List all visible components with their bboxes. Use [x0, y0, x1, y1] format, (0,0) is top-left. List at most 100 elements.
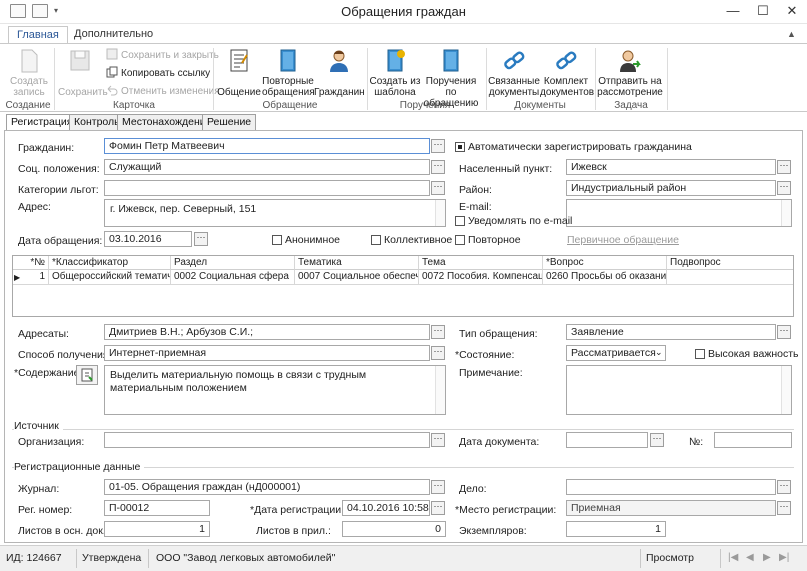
date-field[interactable]: 03.10.2016: [104, 231, 192, 247]
save-close-button[interactable]: Сохранить и закрыть: [106, 48, 219, 64]
tab-registration[interactable]: Регистрация: [6, 114, 78, 131]
regplace-field[interactable]: Приемная: [566, 500, 776, 516]
benefits-field[interactable]: [104, 180, 430, 196]
attach-field[interactable]: 0: [342, 521, 446, 537]
grid-header-subquestion[interactable]: Подвопрос: [667, 256, 793, 270]
communication-button[interactable]: Общение: [217, 48, 261, 98]
high-importance-checkbox[interactable]: [695, 349, 705, 359]
tab-home[interactable]: Главная: [8, 26, 68, 44]
linked-documents-button[interactable]: Связанные документы: [488, 48, 540, 98]
addressees-select-button[interactable]: ···: [431, 325, 445, 339]
type-select-button[interactable]: ···: [777, 325, 791, 339]
collapse-ribbon-icon[interactable]: ▲: [787, 29, 796, 39]
note-field[interactable]: [566, 365, 792, 415]
district-select-button[interactable]: ···: [777, 181, 791, 195]
type-field[interactable]: Заявление: [566, 324, 776, 340]
state-select[interactable]: Рассматривается: [566, 345, 666, 361]
copies-label: Экземпляров:: [459, 525, 527, 537]
social-select-button[interactable]: ···: [431, 160, 445, 174]
undo-changes-button[interactable]: Отменить изменения: [106, 84, 220, 100]
grid-header-subject[interactable]: Тематика: [295, 256, 419, 270]
citizen-button[interactable]: Гражданин: [314, 48, 365, 98]
copy-link-label: Копировать ссылку: [121, 68, 211, 79]
copies-field[interactable]: 1: [566, 521, 666, 537]
email-scrollbar[interactable]: [781, 200, 791, 226]
grid-header-question[interactable]: *Вопрос: [543, 256, 667, 270]
case-select-button[interactable]: ···: [777, 480, 791, 494]
first-record-icon[interactable]: |◀: [728, 552, 738, 563]
close-button[interactable]: ✕: [777, 0, 807, 24]
regdate-field[interactable]: 04.10.2016 10:58:28: [342, 500, 430, 516]
grid-cell-question[interactable]: 0260 Просьбы об оказании ...: [543, 270, 667, 285]
save-button[interactable]: Сохранить: [58, 48, 108, 98]
auto-register-checkbox[interactable]: [455, 142, 465, 152]
primary-appeal-link[interactable]: Первичное обращение: [567, 234, 679, 246]
benefits-select-button[interactable]: ···: [431, 181, 445, 195]
locality-field[interactable]: Ижевск: [566, 159, 776, 175]
method-field[interactable]: Интернет-приемная: [104, 345, 430, 361]
doc-date-field[interactable]: [566, 432, 648, 448]
note-scrollbar[interactable]: [781, 366, 791, 414]
addressees-field[interactable]: Дмитриев В.Н.; Арбузов С.И.;: [104, 324, 430, 340]
document-list-icon: [230, 49, 248, 72]
org-select-button[interactable]: ···: [431, 433, 445, 447]
grid-cell-num[interactable]: 1: [13, 270, 49, 285]
regplace-select-button[interactable]: ···: [777, 501, 791, 515]
tab-additional[interactable]: Дополнительно: [66, 26, 161, 44]
regdate-picker-button[interactable]: ···: [431, 501, 445, 515]
create-from-template-button[interactable]: Создать из шаблона: [369, 48, 421, 98]
district-field[interactable]: Индустриальный район: [566, 180, 776, 196]
num-field[interactable]: [714, 432, 792, 448]
citizen-field[interactable]: Фомин Петр Матвеевич: [104, 138, 430, 154]
method-select-button[interactable]: ···: [431, 346, 445, 360]
next-record-icon[interactable]: ▶: [763, 552, 771, 563]
doc-date-picker-button[interactable]: ···: [650, 433, 664, 447]
content-field[interactable]: Выделить материальную помощь в связи с т…: [104, 365, 446, 415]
state-label: *Состояние:: [455, 349, 515, 361]
num-label: №:: [689, 436, 704, 448]
grid-cell-classifier[interactable]: Общероссийский тематич...: [49, 270, 171, 285]
anonymous-checkbox[interactable]: [272, 235, 282, 245]
create-record-button[interactable]: Создать запись: [6, 48, 52, 98]
org-field[interactable]: [104, 432, 430, 448]
grid-cell-section[interactable]: 0002 Социальная сфера: [171, 270, 295, 285]
previous-record-icon[interactable]: ◀: [746, 552, 754, 563]
locality-select-button[interactable]: ···: [777, 160, 791, 174]
journal-select-button[interactable]: ···: [431, 480, 445, 494]
content-scrollbar[interactable]: [435, 366, 445, 414]
orders-book-icon: [443, 49, 459, 72]
grid-header-classifier[interactable]: *Классификатор: [49, 256, 171, 270]
maximize-button[interactable]: ☐: [748, 0, 778, 24]
case-field[interactable]: [566, 479, 776, 495]
last-record-icon[interactable]: ▶|: [779, 552, 789, 563]
grid-header-section[interactable]: Раздел: [171, 256, 295, 270]
copy-link-button[interactable]: Копировать ссылку: [106, 66, 210, 82]
sheets-field[interactable]: 1: [104, 521, 210, 537]
social-field[interactable]: Служащий: [104, 159, 430, 175]
template-book-icon: [387, 49, 405, 72]
journal-field[interactable]: 01-05. Обращения граждан (нД000001): [104, 479, 430, 495]
grid-cell-topic[interactable]: 0072 Пособия. Компенсац...: [419, 270, 543, 285]
grid-cell-subquestion[interactable]: [667, 270, 793, 285]
address-field[interactable]: г. Ижевск, пер. Северный, 151: [104, 199, 446, 227]
address-scrollbar[interactable]: [435, 200, 445, 226]
regnum-field[interactable]: П-00012: [104, 500, 210, 516]
repeat-checkbox[interactable]: [455, 235, 465, 245]
chevron-down-icon[interactable]: ⌄: [655, 347, 663, 358]
date-picker-button[interactable]: ···: [194, 232, 208, 246]
minimize-button[interactable]: —: [718, 0, 748, 24]
email-field[interactable]: [566, 199, 792, 227]
send-for-review-button[interactable]: Отправить на рассмотрение: [597, 48, 663, 98]
citizen-select-button[interactable]: ···: [431, 139, 445, 153]
tab-decision[interactable]: Решение: [202, 114, 257, 130]
grid-cell-subject[interactable]: 0007 Социальное обеспече...: [295, 270, 419, 285]
notify-email-checkbox[interactable]: [455, 216, 465, 226]
sheets-label: Листов в осн. док.:: [18, 525, 109, 537]
grid-header-num[interactable]: *№: [13, 256, 49, 270]
content-template-button[interactable]: [76, 365, 98, 385]
document-kit-button[interactable]: Комплект документов: [540, 48, 594, 98]
collective-checkbox[interactable]: [371, 235, 381, 245]
grid-header-topic[interactable]: Тема: [419, 256, 543, 270]
repeat-appeals-button[interactable]: Повторные обращения: [262, 48, 315, 98]
orders-label-1: Поручения по: [425, 76, 477, 98]
